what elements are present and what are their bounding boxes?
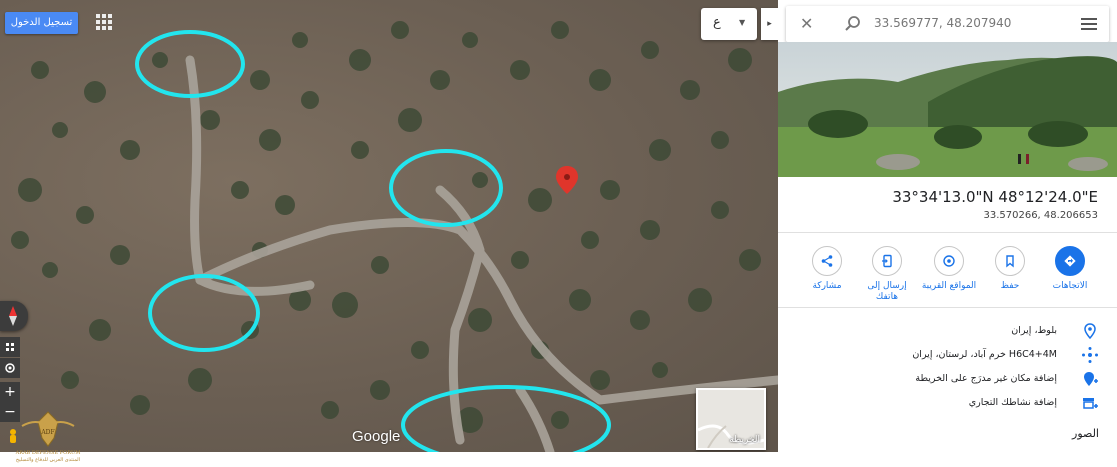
send-to-phone-button[interactable]: إرسال إلى هاتفك bbox=[857, 246, 917, 303]
address-text: بلوط، إيران bbox=[1011, 325, 1057, 336]
compass-icon[interactable] bbox=[0, 301, 28, 331]
svg-text:ADF: ADF bbox=[40, 429, 54, 436]
street-view-toggle-icon[interactable] bbox=[0, 358, 20, 378]
divider bbox=[778, 232, 1117, 233]
caret-down-icon: ▼ bbox=[739, 18, 746, 27]
watermark-title: ARAB DEFENSE FORUM bbox=[15, 450, 81, 456]
photos-heading: الصور bbox=[1072, 427, 1099, 440]
share-button[interactable]: مشاركة bbox=[797, 246, 857, 292]
menu-icon[interactable] bbox=[1081, 18, 1097, 30]
divider bbox=[778, 307, 1117, 308]
place-panel: ✕ 33°34'13.0"N 48°12'24.0"E 33.570266, 4… bbox=[778, 0, 1117, 467]
plus-code-text: H6C4+4M خرم آباد، لرستان، إيران bbox=[912, 349, 1057, 360]
share-label: مشاركة bbox=[812, 281, 842, 291]
directions-button[interactable]: الاتجاهات bbox=[1040, 246, 1100, 292]
info-row-add-place[interactable]: إضافة مكان غير مدرَج على الخريطة bbox=[778, 370, 1117, 392]
forum-logo-icon: ADF bbox=[21, 411, 75, 447]
send-to-phone-icon bbox=[872, 246, 902, 276]
directions-label: الاتجاهات bbox=[1052, 281, 1088, 291]
share-icon bbox=[812, 246, 842, 276]
add-business-text: إضافة نشاطك التجاري bbox=[968, 397, 1057, 408]
save-label: حفظ bbox=[1000, 281, 1020, 291]
add-business-icon bbox=[1083, 398, 1098, 409]
directions-icon bbox=[1055, 246, 1085, 276]
watermark-subtitle: المنتدى العربي للدفاع والتسليح bbox=[15, 457, 81, 463]
dirt-roads bbox=[185, 55, 778, 452]
bookmark-icon bbox=[995, 246, 1025, 276]
layers-toggle[interactable]: الخريطة bbox=[696, 388, 766, 450]
info-row-add-business[interactable]: إضافة نشاطك التجاري bbox=[778, 394, 1117, 416]
save-button[interactable]: حفظ bbox=[980, 246, 1040, 292]
apps-grid-icon[interactable] bbox=[96, 14, 112, 30]
annotation-circle bbox=[401, 385, 611, 452]
search-input[interactable] bbox=[872, 15, 1076, 31]
forum-watermark: ADF ARAB DEFENSE FORUM المنتدى العربي لل… bbox=[2, 408, 94, 467]
language-select[interactable]: ع ▼ bbox=[701, 8, 757, 40]
search-icon[interactable] bbox=[844, 15, 862, 33]
annotation-circle bbox=[148, 274, 260, 352]
info-row-address[interactable]: بلوط، إيران bbox=[778, 322, 1117, 344]
coordinates-decimal: 33.570266, 48.206653 bbox=[983, 210, 1098, 221]
terrain-layer bbox=[11, 21, 778, 452]
close-icon[interactable]: ✕ bbox=[800, 14, 813, 33]
nearby-icon bbox=[934, 246, 964, 276]
coordinates-dms: 33°34'13.0"N 48°12'24.0"E bbox=[892, 188, 1098, 206]
language-value: ع bbox=[713, 15, 721, 30]
satellite-map[interactable]: تسجيل الدخول ع ▼ ▸ + − Google الخريطة bbox=[0, 0, 778, 452]
add-place-text: إضافة مكان غير مدرَج على الخريطة bbox=[915, 373, 1057, 384]
info-row-plus-code[interactable]: H6C4+4M خرم آباد، لرستان، إيران bbox=[778, 346, 1117, 368]
nearby-label: المواقع القريبة bbox=[921, 281, 977, 291]
add-place-icon bbox=[1084, 372, 1098, 386]
location-marker-icon[interactable] bbox=[556, 166, 578, 194]
annotation-circle bbox=[389, 149, 503, 227]
collapse-panel-button[interactable]: ▸ bbox=[761, 8, 778, 40]
layers-label: الخريطة bbox=[729, 435, 760, 445]
zoom-in-button[interactable]: + bbox=[0, 382, 20, 402]
plus-code-icon bbox=[1082, 347, 1098, 363]
nearby-button[interactable]: المواقع القريبة bbox=[919, 246, 979, 292]
search-box: ✕ bbox=[786, 6, 1109, 42]
google-logo: Google bbox=[352, 428, 401, 445]
signin-button[interactable]: تسجيل الدخول bbox=[5, 12, 78, 34]
send-to-phone-label: إرسال إلى هاتفك bbox=[867, 281, 907, 302]
location-pin-icon bbox=[1084, 323, 1096, 340]
place-photo[interactable] bbox=[778, 42, 1117, 177]
tilt-toggle-icon[interactable] bbox=[0, 337, 20, 357]
